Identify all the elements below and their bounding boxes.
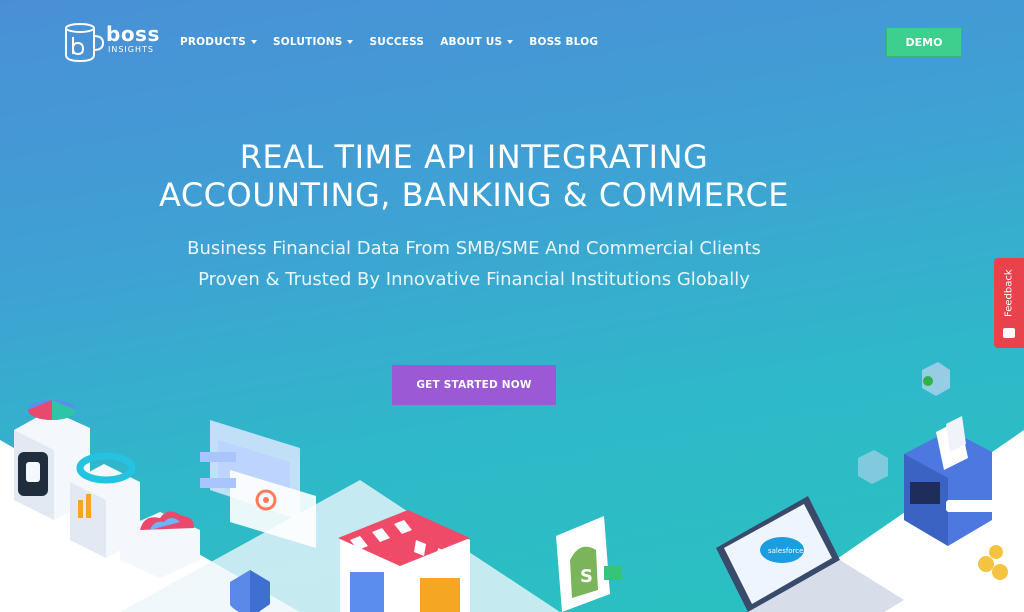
feedback-icon [1003, 328, 1015, 338]
hero-title-line-1: REAL TIME API INTEGRATING [239, 138, 709, 176]
feedback-tab[interactable]: Feedback [994, 258, 1024, 348]
svg-text:S: S [580, 566, 593, 587]
chevron-down-icon [507, 40, 514, 44]
mug-logo-icon [65, 23, 104, 63]
nav-about-us[interactable]: ABOUT US [440, 36, 514, 48]
nav-boss-blog[interactable]: BOSS BLOG [529, 36, 598, 48]
hero-title-line-2: ACCOUNTING, BANKING & COMMERCE [158, 176, 790, 214]
hero-illustration: S salesforce [0, 362, 1024, 612]
feedback-label: Feedback [1003, 269, 1015, 317]
main-nav: PRODUCTS SOLUTIONS SUCCESS ABOUT US BOSS… [180, 36, 598, 48]
chevron-down-icon [250, 40, 257, 44]
salesforce-logo-text: salesforce [768, 547, 803, 555]
hero-subtitle-line-1: Business Financial Data From SMB/SME And… [187, 238, 761, 259]
hubspot-panels [200, 420, 316, 548]
demo-button[interactable]: DEMO [886, 27, 962, 57]
pie-chart-block [28, 400, 76, 420]
nav-success[interactable]: SUCCESS [369, 36, 424, 48]
shopify-card: S [556, 516, 622, 612]
boss-insights-logo[interactable]: boss INSIGHTS [62, 21, 160, 63]
chevron-down-icon [347, 40, 354, 44]
nav-solutions[interactable]: SOLUTIONS [273, 36, 354, 48]
get-started-button[interactable]: GET STARTED NOW [392, 365, 556, 405]
nav-products[interactable]: PRODUCTS [180, 36, 257, 48]
logo-subtitle: INSIGHTS [108, 45, 154, 54]
hero-subtitle-line-2: Proven & Trusted By Innovative Financial… [198, 269, 750, 290]
logo-wordmark: boss [106, 22, 160, 46]
